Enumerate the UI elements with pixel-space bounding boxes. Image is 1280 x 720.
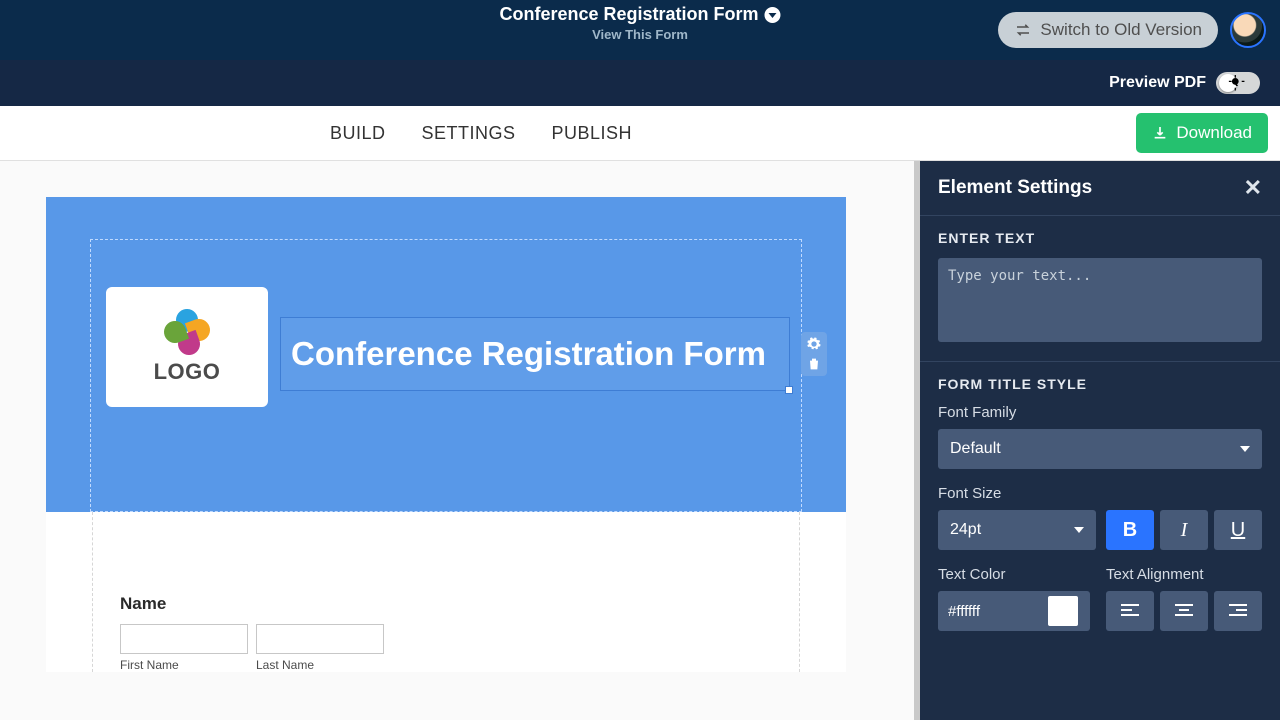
chevron-down-icon <box>1074 527 1084 533</box>
align-left-button[interactable] <box>1106 591 1154 631</box>
download-icon <box>1152 125 1168 141</box>
tab-row: BUILD SETTINGS PUBLISH Download <box>0 106 1280 161</box>
trash-icon[interactable] <box>806 356 822 372</box>
form-title-text: Conference Registration Form <box>291 335 766 373</box>
italic-button[interactable]: I <box>1160 510 1208 550</box>
canvas-area[interactable]: LOGO Conference Registration Form Name <box>0 161 920 720</box>
close-icon[interactable]: ✕ <box>1244 175 1262 201</box>
font-family-label: Font Family <box>938 404 1262 421</box>
enter-text-heading: ENTER TEXT <box>938 230 1262 246</box>
font-size-label: Font Size <box>938 485 1262 502</box>
panel-heading: Element Settings <box>938 177 1092 199</box>
form-title-field[interactable]: Conference Registration Form <box>280 317 790 391</box>
title-text-input[interactable] <box>938 258 1262 342</box>
switch-version-button[interactable]: Switch to Old Version <box>998 12 1218 48</box>
tab-settings[interactable]: SETTINGS <box>422 123 516 144</box>
tab-publish[interactable]: PUBLISH <box>552 123 633 144</box>
form-title-style-heading: FORM TITLE STYLE <box>938 376 1262 392</box>
bold-button[interactable]: B <box>1106 510 1154 550</box>
font-size-select[interactable]: 24pt <box>938 510 1096 550</box>
title-dropdown-icon[interactable] <box>765 7 781 23</box>
preview-bar: Preview PDF <box>0 60 1280 106</box>
avatar[interactable] <box>1230 12 1266 48</box>
font-family-select[interactable]: Default <box>938 429 1262 469</box>
download-button[interactable]: Download <box>1136 113 1268 153</box>
last-name-sublabel: Last Name <box>256 658 384 672</box>
header-banner: LOGO Conference Registration Form <box>46 197 846 512</box>
logo-block[interactable]: LOGO <box>106 287 268 407</box>
text-color-label: Text Color <box>938 566 1090 583</box>
text-color-hex[interactable] <box>938 603 1048 620</box>
top-bar: Conference Registration Form View This F… <box>0 0 1280 60</box>
swap-icon <box>1014 21 1032 39</box>
gear-icon[interactable] <box>806 336 822 352</box>
field-action-bar <box>801 332 827 376</box>
preview-pdf-toggle[interactable] <box>1216 72 1260 94</box>
text-align-label: Text Alignment <box>1106 566 1262 583</box>
element-settings-panel: Element Settings ✕ ENTER TEXT FORM TITLE… <box>920 161 1280 720</box>
page-title: Conference Registration Form <box>499 4 758 25</box>
underline-button[interactable]: U <box>1214 510 1262 550</box>
logo-swirl-icon <box>164 309 210 355</box>
logo-text: LOGO <box>154 359 221 385</box>
last-name-input[interactable] <box>256 624 384 654</box>
chevron-down-icon <box>1240 446 1250 452</box>
first-name-sublabel: First Name <box>120 658 248 672</box>
preview-pdf-label: Preview PDF <box>1109 74 1206 92</box>
align-right-button[interactable] <box>1214 591 1262 631</box>
tab-build[interactable]: BUILD <box>330 123 386 144</box>
view-form-link[interactable]: View This Form <box>499 27 780 42</box>
resize-handle[interactable] <box>785 386 793 394</box>
name-field-label: Name <box>120 594 846 614</box>
text-color-input[interactable] <box>938 591 1090 631</box>
color-swatch[interactable] <box>1048 596 1078 626</box>
align-center-button[interactable] <box>1160 591 1208 631</box>
first-name-input[interactable] <box>120 624 248 654</box>
